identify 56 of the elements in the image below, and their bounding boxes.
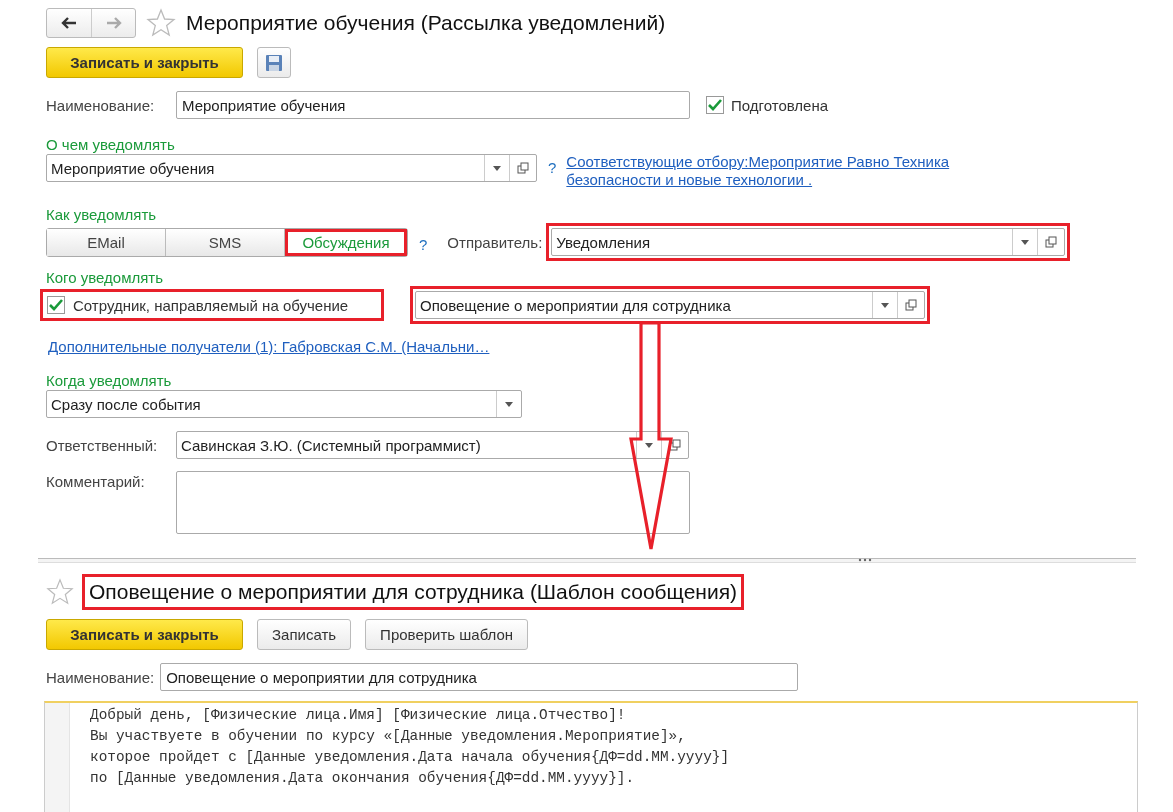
template-combo[interactable]: Оповещение о мероприятии для сотрудника xyxy=(415,291,925,319)
code-line: которое пройдет с [Данные уведомления.Дата начала обучения{ДФ=dd.MM.yyyy}] xyxy=(90,749,730,767)
code-line: Вы участвуете в обучении по курсу «[Данные уведомления.Мероприятие]», xyxy=(90,728,687,746)
recipients-link[interactable]: Дополнительные получатели (1): Габровская С.М. (Начальни… xyxy=(48,338,490,355)
checkbox[interactable] xyxy=(706,96,724,114)
open-window-icon[interactable] xyxy=(517,162,529,174)
name-label: Наименование: xyxy=(46,668,155,686)
template-editor[interactable] xyxy=(44,701,1138,812)
help-link[interactable]: ? xyxy=(419,236,428,253)
caret-icon[interactable] xyxy=(881,302,889,308)
responsible-combo[interactable]: Савинская З.Ю. (Системный программист) xyxy=(176,431,689,459)
code-line: по [Данные уведомления.Дата окончания обучения{ДФ=dd.MM.yyyy}]. xyxy=(90,770,636,788)
filter-link[interactable]: Соответствующие отбору:Мероприятие Равно Техника безопасности и новые технологии . xyxy=(566,153,997,189)
section-label: Когда уведомлять xyxy=(46,372,172,389)
toolbar-button[interactable]: Проверить шаблон xyxy=(365,619,529,650)
open-window-icon[interactable] xyxy=(905,299,917,311)
section-label: О чем уведомлять xyxy=(46,136,175,153)
window-title: Оповещение о мероприятии для сотрудника (Шаблон сообщения) xyxy=(82,574,745,610)
responsible-label: Ответственный: xyxy=(46,436,159,454)
code-line: Добрый день, [Физические лица.Имя] [Физические лица.Отчество]! xyxy=(90,707,627,725)
name-label: Наименование: xyxy=(46,96,156,114)
left-arrow-icon xyxy=(61,17,77,29)
help-link[interactable]: ? xyxy=(548,159,557,176)
sender-label: Отправитель: xyxy=(447,233,543,251)
caret-icon[interactable] xyxy=(645,442,653,448)
caret-icon[interactable] xyxy=(493,165,501,171)
comment-field[interactable] xyxy=(176,471,690,534)
window-title: Мероприятие обучения (Рассылка уведомлений) xyxy=(186,11,666,35)
sender-combo[interactable]: Уведомления xyxy=(551,228,1066,256)
open-window-icon[interactable] xyxy=(1045,236,1058,248)
caret-icon[interactable] xyxy=(505,401,513,407)
channel-tab[interactable]: Обсуждения xyxy=(285,228,407,256)
star-icon[interactable] xyxy=(146,8,176,38)
save-close-button[interactable]: Записать и закрыть xyxy=(46,47,243,78)
subject-combo[interactable]: Мероприятие обучения xyxy=(46,154,537,182)
employee-label: Сотрудник, направляемый на обучение xyxy=(73,296,349,314)
channel-tab[interactable]: EMail xyxy=(47,228,166,256)
timing-combo[interactable]: Сразу после события xyxy=(46,390,522,418)
toolbar-button[interactable]: Записать xyxy=(257,619,352,650)
employee-option[interactable]: Сотрудник, направляемый на обучение xyxy=(40,289,384,321)
section-label: Кого уведомлять xyxy=(46,269,163,286)
save-close-button[interactable]: Записать и закрыть xyxy=(46,619,243,650)
name-field[interactable]: Мероприятие обучения xyxy=(176,91,690,119)
checkbox[interactable] xyxy=(47,296,65,314)
right-arrow-icon xyxy=(105,17,122,29)
channel-tab[interactable]: SMS xyxy=(166,228,285,256)
prepared-label: Подготовлена xyxy=(731,96,829,114)
star-icon[interactable] xyxy=(46,578,74,606)
floppy-icon xyxy=(265,53,283,72)
section-label: Как уведомлять xyxy=(46,206,157,223)
open-window-icon[interactable] xyxy=(669,439,681,451)
save-button[interactable] xyxy=(257,47,291,78)
comment-label: Комментарий: xyxy=(46,473,146,490)
name-field[interactable]: Оповещение о мероприятии для сотрудника xyxy=(160,663,799,691)
splitter-grip-icon[interactable] xyxy=(858,558,872,562)
caret-icon[interactable] xyxy=(1021,239,1030,245)
